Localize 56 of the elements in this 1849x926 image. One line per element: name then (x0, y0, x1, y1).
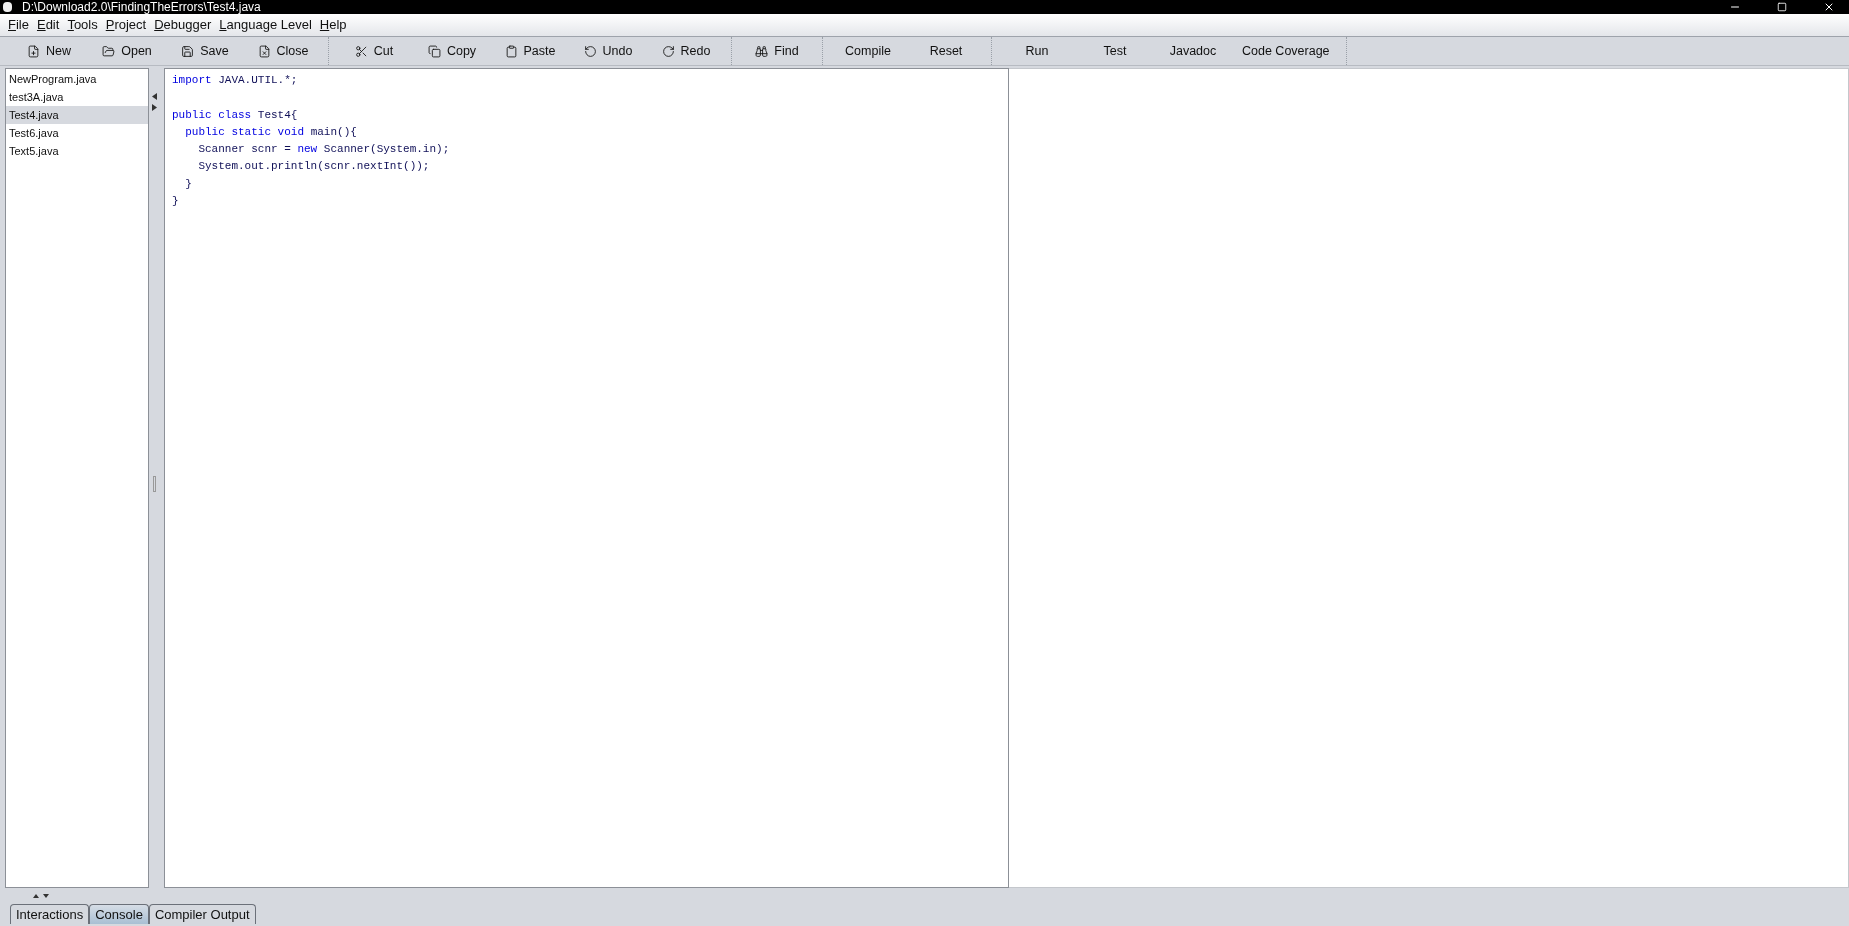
collapse-arrow-icon[interactable] (152, 93, 157, 100)
expand-arrow-icon[interactable] (152, 104, 157, 111)
tab[interactable]: Interactions (10, 904, 90, 924)
toolbar-button[interactable]: Run (998, 39, 1076, 63)
tab[interactable]: Console (89, 904, 149, 924)
menu-item[interactable]: Project (101, 15, 151, 35)
close-icon[interactable] (1823, 1, 1835, 13)
scissors-icon (354, 44, 368, 58)
toolbar-button[interactable]: Redo (647, 39, 725, 63)
toolbar-button[interactable]: Copy (413, 39, 491, 63)
menu-item[interactable]: Help (315, 15, 351, 35)
toolbar-button[interactable]: Test (1076, 39, 1154, 63)
file-plus-icon (27, 44, 40, 58)
window-title: D:\Download2.0\FindingTheErrors\Test4.java (22, 1, 261, 13)
menu-item[interactable]: Edit (32, 15, 64, 35)
code-line: Scanner scnr = new Scanner(System.in); (197, 142, 450, 158)
file-x-icon (257, 44, 271, 58)
folder-icon (102, 44, 116, 58)
toolbar-button[interactable]: New (10, 39, 88, 63)
toolbar-button[interactable]: Compile (829, 39, 907, 63)
code-line: } (172, 194, 179, 210)
menu-item[interactable]: Debugger (150, 15, 216, 35)
document-list-entry[interactable]: NewProgram.java (6, 70, 148, 88)
code-line: public class Test4{ (172, 107, 298, 123)
maximize-icon[interactable] (1777, 2, 1787, 12)
splitter-handle[interactable] (153, 476, 156, 492)
toolbar-button[interactable]: Javadoc (1154, 39, 1232, 63)
copy-icon (427, 44, 441, 58)
code-editor[interactable]: import JAVA.UTIL.*; public class Test4{ public static void main(){ Scanner scnr = new Scanner(System.in); System.out.println(scnr.nextInt()); } } (164, 68, 1009, 888)
app-icon (3, 2, 12, 12)
menu-item[interactable]: File (4, 15, 33, 35)
code-line: import JAVA.UTIL.*; (172, 73, 298, 88)
document-list-entry[interactable]: Test4.java (6, 106, 148, 124)
toolbar-button[interactable]: Save (166, 39, 244, 63)
code-line: public static void main(){ (184, 124, 357, 140)
menu-item[interactable]: Language Level (215, 15, 316, 35)
document-list-entry[interactable]: test3A.java (6, 88, 148, 106)
toolbar-button[interactable]: Open (88, 39, 166, 63)
binoculars-icon (755, 44, 769, 58)
document-list-entry[interactable]: Test6.java (6, 124, 148, 142)
toolbar-button[interactable]: Close (244, 39, 322, 63)
clipboard-icon (504, 44, 518, 58)
code-line: System.out.println(scnr.nextInt()); (197, 159, 430, 175)
menu-item[interactable]: Tools (63, 15, 102, 35)
toolbar-button[interactable]: Undo (569, 39, 647, 63)
toolbar-button[interactable]: Cut (335, 39, 413, 63)
resize-arrows-icon[interactable] (33, 892, 50, 898)
code-line: } (184, 176, 192, 192)
toolbar-button[interactable]: Reset (907, 39, 985, 63)
undo-icon (583, 44, 597, 58)
redo-icon (661, 44, 675, 58)
toolbar-button[interactable]: Code Coverage (1232, 39, 1340, 63)
tab[interactable]: Compiler Output (148, 904, 256, 924)
toolbar-button[interactable]: Find (738, 39, 816, 63)
toolbar-button[interactable]: Paste (491, 39, 569, 63)
document-list-entry[interactable]: Text5.java (6, 142, 148, 160)
